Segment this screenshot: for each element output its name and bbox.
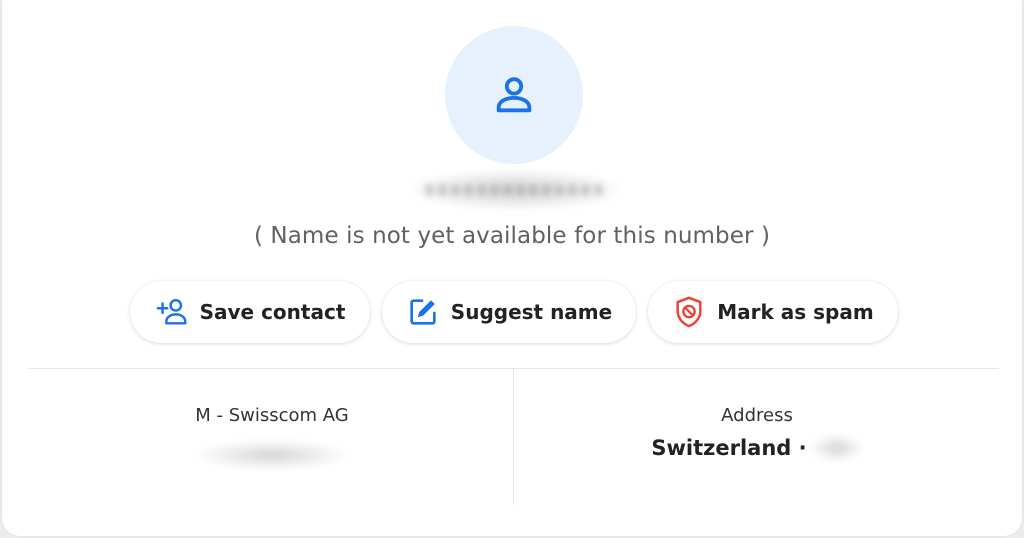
carrier-info: M - Swisscom AG (32, 405, 512, 470)
mark-spam-button[interactable]: Mark as spam (648, 281, 898, 343)
phone-number-redacted (412, 170, 620, 210)
caller-info-card: ( Name is not yet available for this num… (2, 0, 1022, 536)
mark-spam-label: Mark as spam (717, 300, 874, 324)
avatar (445, 26, 583, 164)
address-title: Address (721, 405, 793, 426)
save-contact-button[interactable]: Save contact (130, 281, 370, 343)
address-value: Switzerland · (514, 434, 1000, 462)
suggest-name-label: Suggest name (450, 300, 613, 324)
name-unavailable-text: ( Name is not yet available for this num… (253, 223, 771, 249)
address-detail-redacted (810, 434, 863, 462)
address-country: Switzerland · (651, 436, 807, 460)
person-icon (496, 77, 532, 113)
carrier-title: M - Swisscom AG (195, 405, 349, 426)
address-info: Address Switzerland · (514, 405, 1000, 462)
save-contact-label: Save contact (199, 300, 346, 324)
edit-icon (410, 299, 436, 325)
divider-horizontal (29, 368, 999, 369)
shield-block-icon (676, 296, 702, 328)
suggest-name-button[interactable]: Suggest name (382, 281, 636, 343)
add-person-icon (156, 298, 187, 325)
carrier-detail-redacted (197, 440, 347, 470)
